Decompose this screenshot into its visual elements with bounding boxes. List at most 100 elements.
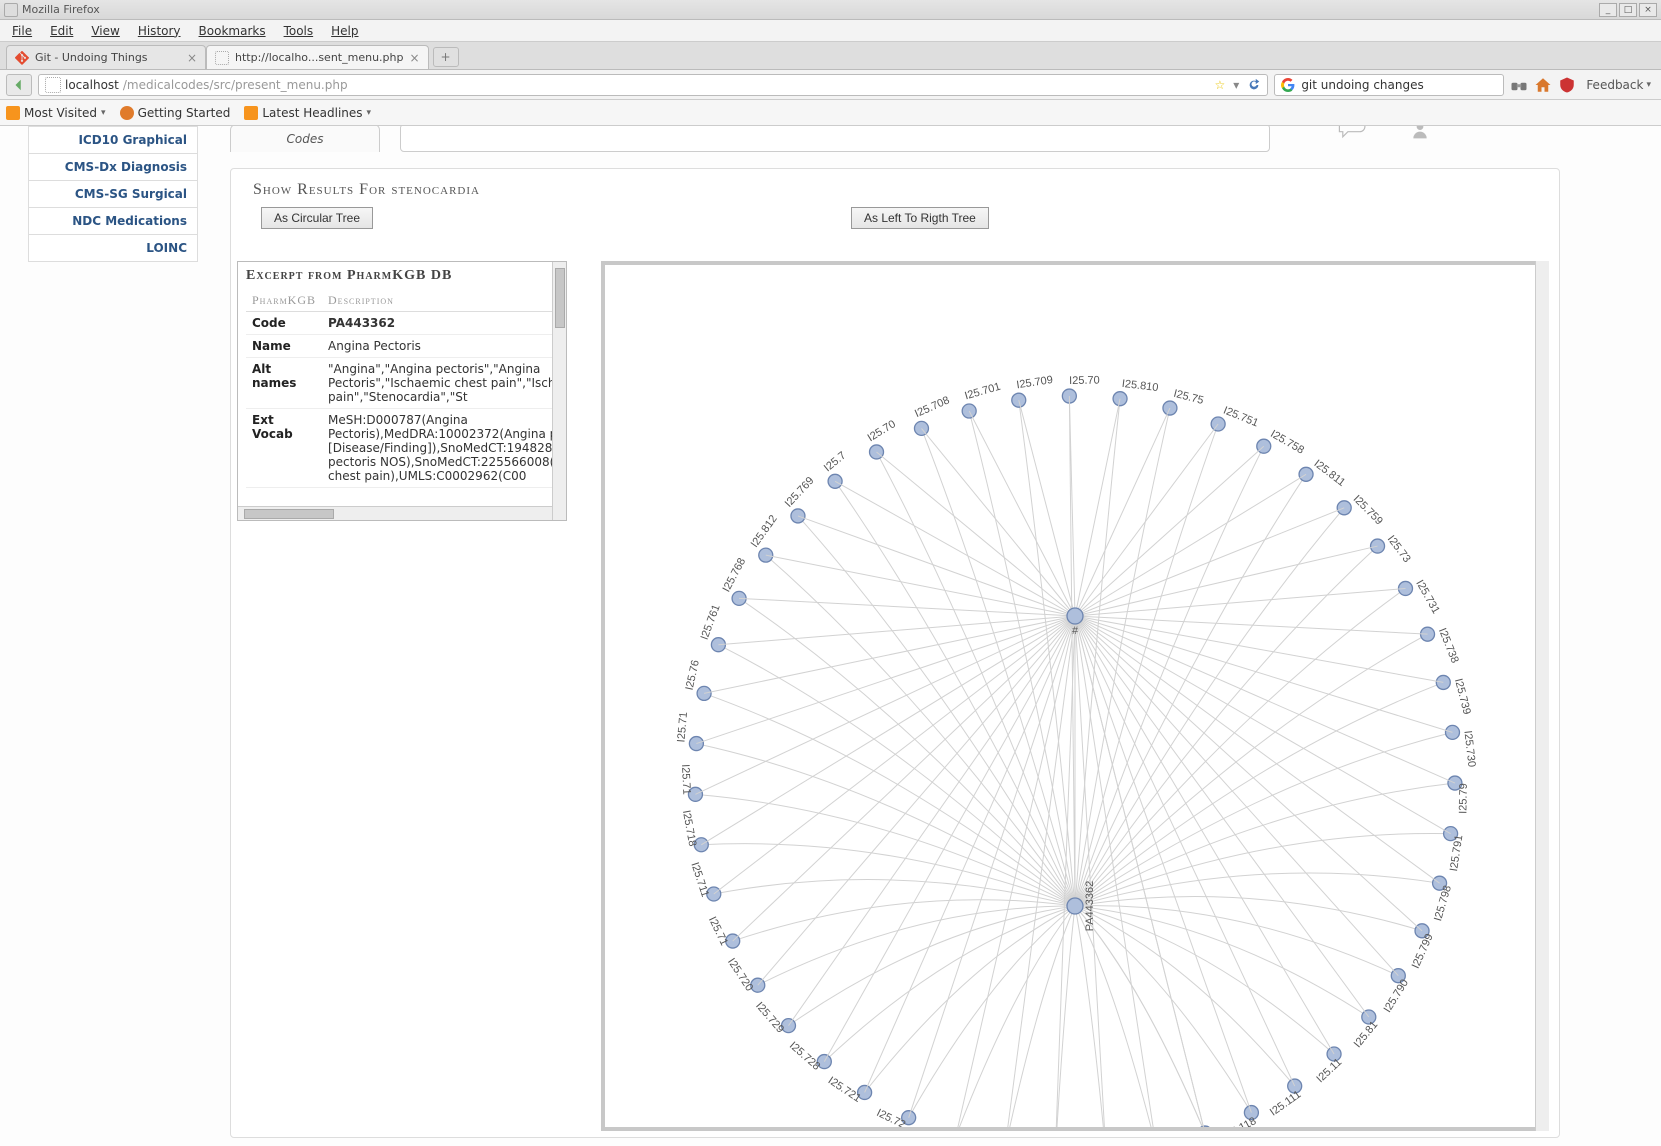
graph-node-label: I25.76 — [684, 659, 702, 691]
tab-localhost-active[interactable]: http://localho...sent_menu.php × — [206, 45, 429, 69]
graph-node-label: I25.768 — [721, 556, 749, 594]
generic-page-icon — [215, 51, 229, 65]
user-icon[interactable] — [1410, 126, 1430, 140]
excerpt-row-label: Alt names — [246, 358, 322, 409]
nav-loinc[interactable]: LOINC — [28, 235, 198, 262]
excerpt-header-col2: Description — [322, 290, 552, 312]
graph-node-label: I25.769 — [783, 475, 817, 510]
graph-node-label: I25.759 — [1351, 493, 1385, 527]
git-favicon-icon — [15, 51, 29, 65]
menubar: File Edit View History Bookmarks Tools H… — [0, 20, 1661, 42]
menu-history[interactable]: History — [130, 22, 189, 40]
menu-view[interactable]: View — [83, 22, 127, 40]
code-search-input[interactable] — [400, 126, 1270, 152]
graph-node-label: I25.111 — [1268, 1089, 1304, 1119]
window-minimize[interactable]: _ — [1599, 3, 1617, 17]
bookmark-latest-headlines[interactable]: Latest Headlines▾ — [244, 106, 371, 120]
search-box[interactable]: git undoing changes — [1274, 74, 1504, 96]
graph-node-label: I25.71 — [679, 764, 692, 795]
binoculars-icon[interactable] — [1510, 76, 1528, 94]
bookmarks-toolbar: Most Visited ▾ Getting Started Latest Hea… — [0, 100, 1661, 126]
menu-tools[interactable]: Tools — [276, 22, 322, 40]
graph-node-label: I25.790 — [1382, 977, 1411, 1015]
excerpt-vertical-scrollbar[interactable] — [552, 262, 566, 520]
excerpt-row: Alt names"Angina","Angina pectoris","Ang… — [246, 358, 552, 409]
graph-hub-label: PA443362 — [1084, 881, 1096, 932]
navigation-toolbar: localhost/medicalcodes/src/present_menu.… — [0, 70, 1661, 100]
reload-icon[interactable] — [1247, 78, 1261, 92]
site-identity-icon[interactable] — [45, 77, 61, 93]
window-close[interactable]: × — [1639, 3, 1657, 17]
excerpt-row: CodePA443362 — [246, 312, 552, 335]
menu-bookmarks[interactable]: Bookmarks — [191, 22, 274, 40]
graph-node-label: I25.79 — [1457, 783, 1470, 814]
bookmark-label: Latest Headlines — [262, 106, 362, 120]
tab-close-icon[interactable]: × — [187, 51, 197, 65]
graph-root-node[interactable] — [1067, 608, 1083, 624]
tab-git-undoing[interactable]: Git - Undoing Things × — [6, 45, 206, 69]
home-icon[interactable] — [1534, 76, 1552, 94]
graph-node-label: I25.718 — [680, 809, 698, 847]
radial-tree-graph[interactable]: I25.119I25.110I20.8I20I20.9I20.1I25.72I2… — [605, 265, 1545, 1127]
excerpt-horizontal-scrollbar[interactable] — [238, 506, 552, 520]
graph-node[interactable] — [1371, 539, 1385, 553]
graph-node[interactable] — [914, 421, 928, 435]
new-tab-button[interactable]: + — [433, 47, 459, 67]
as-left-to-right-tree-button[interactable]: As Left To Rigth Tree — [851, 207, 989, 229]
chevron-down-icon: ▾ — [101, 108, 106, 118]
nav-ndc[interactable]: NDC Medications — [28, 208, 198, 235]
excerpt-row-label: Code — [246, 312, 322, 335]
top-tab-strip: Codes — [220, 126, 1270, 158]
scrollbar-thumb[interactable] — [244, 509, 334, 519]
bookmark-star-icon[interactable]: ☆ — [1215, 78, 1226, 92]
left-nav: ICD10 Graphical CMS-Dx Diagnosis CMS-SG … — [28, 126, 198, 262]
menu-edit[interactable]: Edit — [42, 22, 81, 40]
menu-file[interactable]: File — [4, 22, 40, 40]
nav-cms-sg[interactable]: CMS-SG Surgical — [28, 181, 198, 208]
nav-cms-dx[interactable]: CMS-Dx Diagnosis — [28, 154, 198, 181]
window-maximize[interactable]: □ — [1619, 3, 1637, 17]
graph-vertical-scrollbar[interactable] — [1535, 261, 1549, 1131]
speech-arrow-icon[interactable] — [1336, 126, 1370, 142]
excerpt-table: PharmKGB Description CodePA443362NameAng… — [246, 290, 552, 488]
feedback-button[interactable]: Feedback▾ — [1582, 78, 1655, 92]
graph-node-label: I25.751 — [1222, 405, 1261, 430]
graph-node[interactable] — [1211, 417, 1225, 431]
as-circular-tree-button[interactable]: As Circular Tree — [261, 207, 373, 229]
scrollbar-thumb[interactable] — [555, 268, 565, 328]
graph-node-label: I25.71 — [675, 711, 690, 743]
url-bar[interactable]: localhost/medicalcodes/src/present_menu.… — [38, 74, 1268, 96]
back-button[interactable] — [6, 74, 32, 96]
url-dropdown-icon[interactable]: ▾ — [1233, 78, 1239, 92]
tab-close-icon[interactable]: × — [409, 51, 419, 65]
graph-node[interactable] — [759, 548, 773, 562]
google-icon — [1281, 78, 1295, 92]
view-buttons: As Circular Tree As Left To Rigth Tree — [241, 207, 1549, 233]
bookmark-label: Most Visited — [24, 106, 97, 120]
graph-hub-node[interactable] — [1067, 898, 1083, 914]
graph-node-label: I25.11 — [1314, 1056, 1344, 1085]
bookmark-getting-started[interactable]: Getting Started — [120, 106, 231, 120]
excerpt-row: NameAngina Pectoris — [246, 335, 552, 358]
abp-icon[interactable] — [1558, 76, 1576, 94]
results-panel: Show Results For stenocardia As Circular… — [230, 168, 1560, 1138]
graph-node-label: I25.711 — [688, 861, 711, 899]
tab-codes[interactable]: Codes — [230, 126, 380, 152]
graph-node-label: I25.701 — [963, 381, 1002, 403]
graph-node-label: I25.720 — [725, 956, 755, 993]
graph-node[interactable] — [1198, 1126, 1212, 1127]
chevron-down-icon: ▾ — [1646, 80, 1651, 90]
graph-node-label: I25.730 — [1461, 730, 1477, 768]
window-title: Mozilla Firefox — [22, 3, 100, 16]
excerpt-title: Excerpt from PharmKGB DB — [246, 268, 544, 284]
graph-node-label: I25.71 — [706, 915, 730, 948]
bookmark-most-visited[interactable]: Most Visited ▾ — [6, 106, 106, 120]
excerpt-header-col1: PharmKGB — [246, 290, 322, 312]
graph-node-label: I25.708 — [913, 394, 951, 420]
nav-icd10-graphical[interactable]: ICD10 Graphical — [28, 126, 198, 154]
graph-node-label: I25.729 — [753, 1000, 786, 1036]
menu-help[interactable]: Help — [323, 22, 366, 40]
page-content: ICD10 Graphical CMS-Dx Diagnosis CMS-SG … — [0, 126, 1661, 1146]
excerpt-row-label: Ext Vocab — [246, 409, 322, 488]
search-query: git undoing changes — [1301, 78, 1423, 92]
